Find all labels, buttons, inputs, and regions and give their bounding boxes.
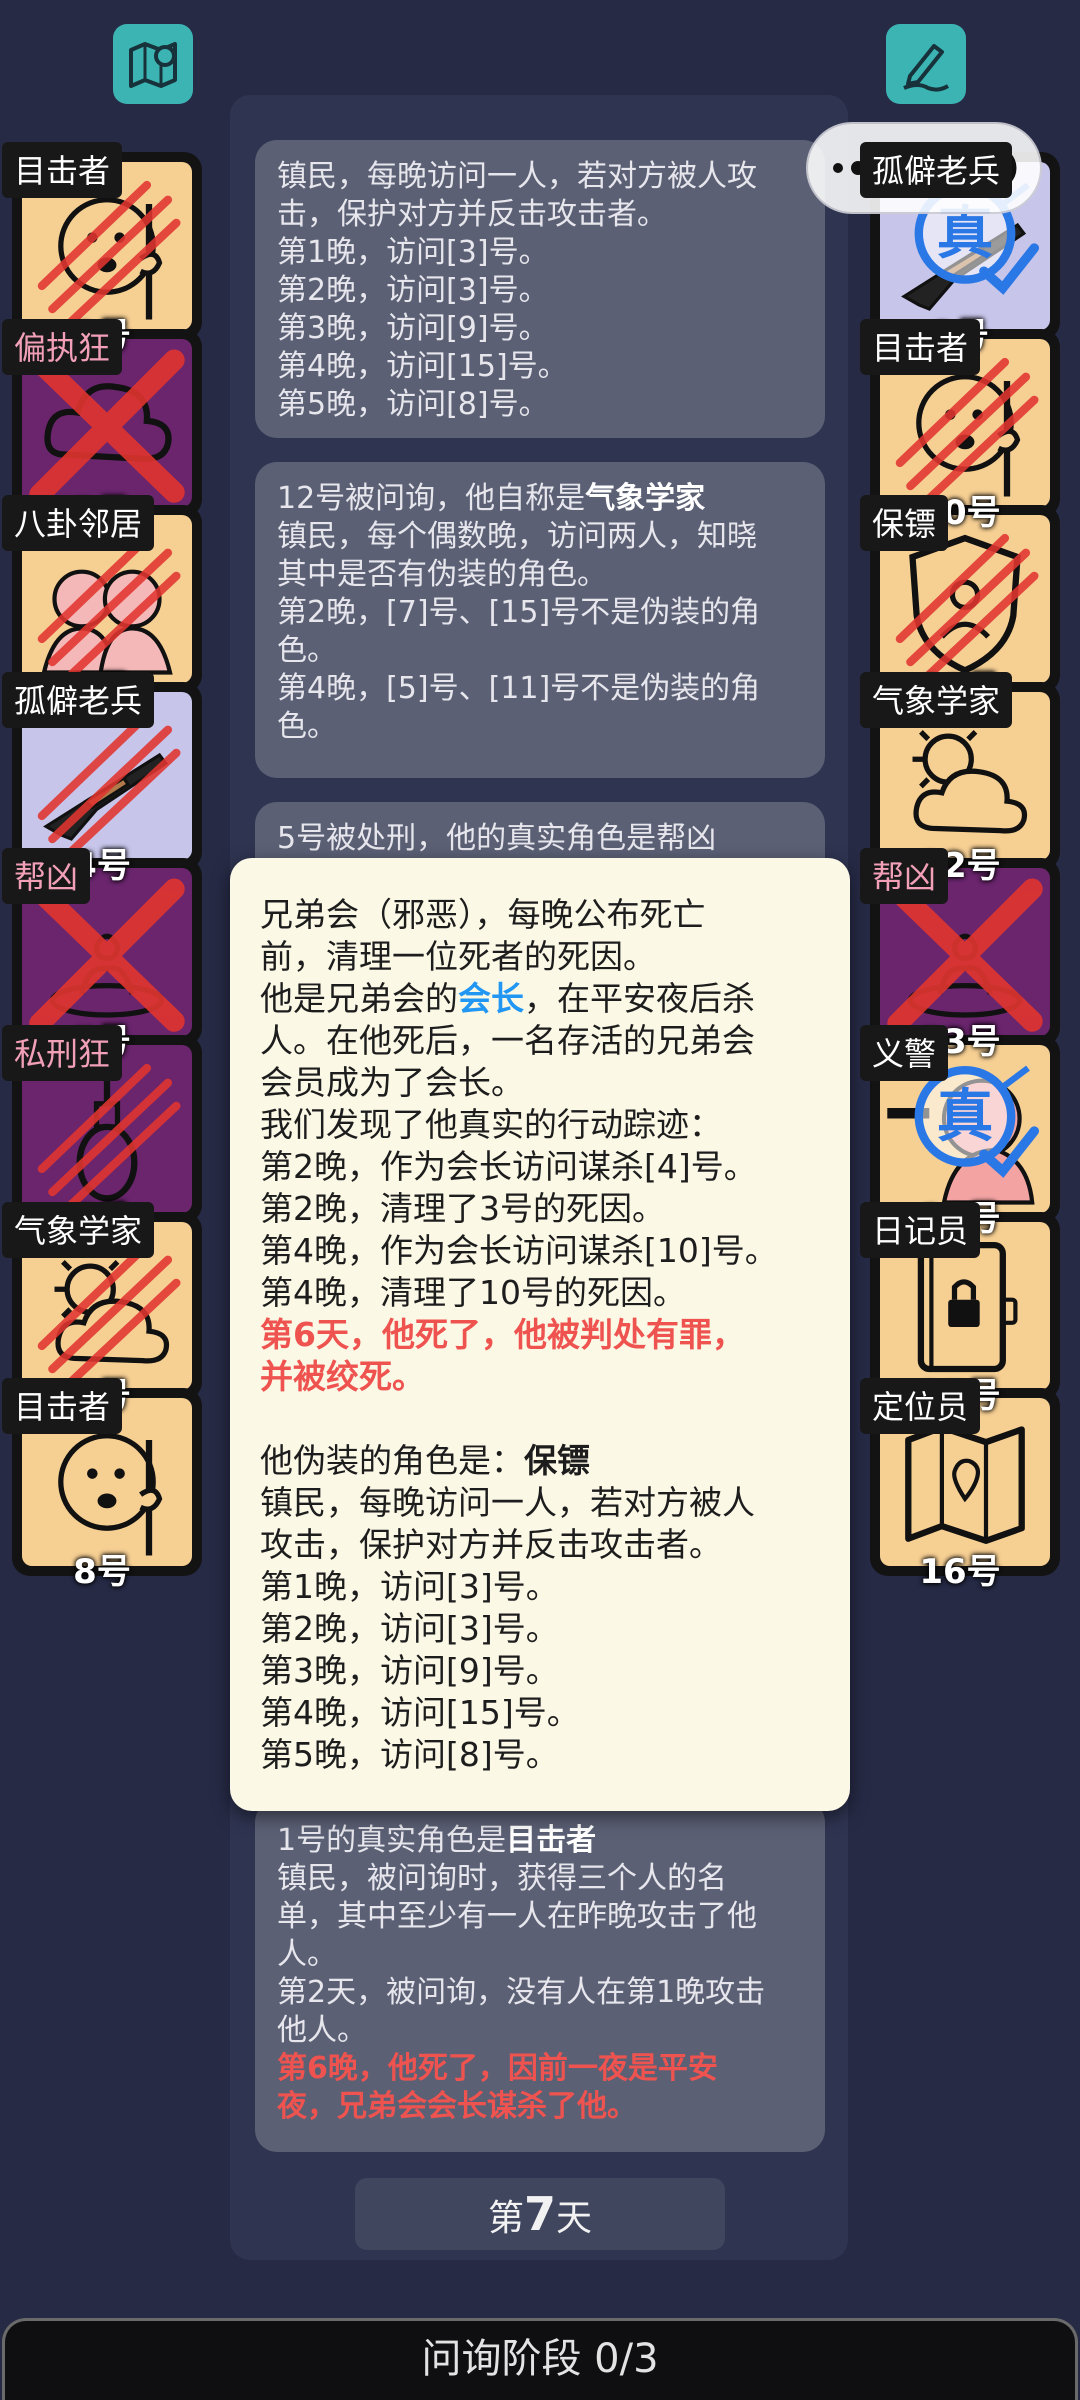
phase-bar[interactable]: 问询阶段 0/3 — [2, 2318, 1078, 2400]
popup-line: 第2晚，作为会长访问谋杀[4]号。 — [260, 1147, 757, 1186]
log-line: 色。 — [277, 633, 337, 668]
role-label: 目击者 — [2, 1378, 123, 1434]
player-number: 16号 — [919, 1552, 1001, 1592]
log-entry: 镇民，每晚访问一人，若对方被人攻 击，保护对方并反击攻击者。 第1晚，访问[3]… — [255, 140, 825, 438]
popup-death-line: 并被绞死。 — [260, 1357, 425, 1396]
log-line: 第4晚，访问[15]号。 — [277, 349, 568, 384]
log-entry: 1号的真实角色是目击者 镇民，被问询时，获得三个人的名 单，其中至少有一人在昨晚… — [255, 1800, 825, 2152]
popup-line: 第4晚，访问[15]号。 — [260, 1693, 580, 1732]
log-line: 第5晚，访问[8]号。 — [277, 387, 549, 422]
log-line: 色。 — [277, 709, 337, 744]
role-label: 孤僻老兵 — [860, 142, 1013, 198]
popup-line: 第1晚，访问[3]号。 — [260, 1567, 559, 1606]
popup-line: 镇民，每晚访问一人，若对方被人 — [260, 1483, 755, 1522]
log-line: 第2晚，[7]号、[15]号不是伪装的角 — [277, 595, 761, 630]
role-label: 孤僻老兵 — [2, 672, 155, 728]
popup-line: 第5晚，访问[8]号。 — [260, 1735, 559, 1774]
role-detail-popup[interactable]: 兄弟会（邪恶），每晚公布死亡 前，清理一位死者的死因。 他是兄弟会的会长，在平安… — [230, 858, 850, 1811]
popup-line: 攻击，保护对方并反击攻击者。 — [260, 1525, 722, 1564]
role-label: 定位员 — [860, 1378, 981, 1434]
popup-death-line: 第6天，他死了，他被判处有罪， — [260, 1315, 745, 1354]
role-label: 气象学家 — [860, 672, 1013, 728]
role-label: 八卦邻居 — [2, 495, 155, 551]
popup-line: 他伪装的角色是：保镖 — [260, 1441, 590, 1480]
death-note: 第6晚，他死了，因前一夜是平安 — [277, 2051, 718, 2086]
role-label: 义警 — [860, 1025, 949, 1081]
edit-icon — [903, 44, 950, 92]
role-label: 日记员 — [860, 1202, 981, 1258]
popup-line: 兄弟会（邪恶），每晚公布死亡 — [260, 895, 706, 934]
log-line: 镇民，被问询时，获得三个人的名 — [277, 1861, 727, 1896]
role-label: 帮凶 — [2, 848, 91, 904]
map-button[interactable] — [113, 24, 193, 104]
log-line: 镇民，每晚访问一人，若对方被人攻 — [277, 159, 757, 194]
log-line: 第1晚，访问[3]号。 — [277, 235, 549, 270]
popup-line: 我们发现了他真实的行动踪迹： — [260, 1105, 722, 1144]
role-label: 目击者 — [860, 319, 981, 375]
log-line: 5号被处刑，他的真实角色是帮凶 — [277, 821, 717, 856]
role-label: 私刑狂 — [2, 1025, 123, 1081]
popup-line: 第2晚，清理了3号的死因。 — [260, 1189, 665, 1228]
popup-line: 第3晚，访问[9]号。 — [260, 1651, 559, 1690]
svg-text:真: 真 — [937, 1083, 994, 1149]
popup-line: 第4晚，作为会长访问谋杀[10]号。 — [260, 1231, 778, 1270]
popup-line: 他是兄弟会的会长，在平安夜后杀 — [260, 979, 755, 1018]
role-label: 保镖 — [860, 495, 949, 551]
log-line: 镇民，每个偶数晚，访问两人，知晓 — [277, 519, 757, 554]
log-line: 人。 — [277, 1937, 337, 1972]
role-label: 目击者 — [2, 142, 123, 198]
role-label: 气象学家 — [2, 1202, 155, 1258]
role-label: 帮凶 — [860, 848, 949, 904]
log-line: 第2天，被问询，没有人在第1晚攻击 — [277, 1975, 766, 2010]
role-label: 偏执狂 — [2, 319, 123, 375]
popup-line: 前，清理一位死者的死因。 — [260, 937, 656, 976]
popup-line: 会员成为了会长。 — [260, 1063, 524, 1102]
log-line: 第3晚，访问[9]号。 — [277, 311, 549, 346]
notes-button[interactable] — [886, 24, 966, 104]
log-line: 其中是否有伪装的角色。 — [277, 557, 607, 592]
log-line: 第4晚，[5]号、[11]号不是伪装的角 — [277, 671, 761, 706]
popup-line: 第2晚，访问[3]号。 — [260, 1609, 559, 1648]
log-line: 他人。 — [277, 2013, 367, 2048]
log-entry: 12号被问询，他自称是气象学家 镇民，每个偶数晚，访问两人，知晓 其中是否有伪装… — [255, 462, 825, 778]
log-line: 12号被问询，他自称是气象学家 — [277, 481, 706, 516]
player-number: 8号 — [73, 1552, 131, 1592]
day-indicator: 第7天 — [355, 2178, 725, 2250]
player-card[interactable]: 目击者1号 — [2, 142, 202, 356]
log-line: 单，其中至少有一人在昨晚攻击了他 — [277, 1899, 757, 1934]
log-line: 1号的真实角色是目击者 — [277, 1823, 597, 1858]
popup-line: 第4晚，清理了10号的死因。 — [260, 1273, 686, 1312]
map-pin-icon — [129, 42, 177, 88]
death-note: 夜，兄弟会会长谋杀了他。 — [277, 2089, 637, 2124]
log-line: 第2晚，访问[3]号。 — [277, 273, 549, 308]
log-line: 击，保护对方并反击攻击者。 — [277, 197, 667, 232]
popup-line: 人。在他死后，一名存活的兄弟会 — [260, 1021, 755, 1060]
